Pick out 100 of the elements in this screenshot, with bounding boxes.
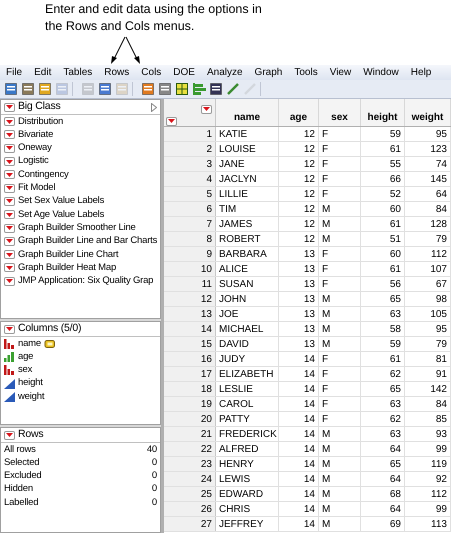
menu-item[interactable]: DOE bbox=[173, 68, 195, 78]
table-cell-text: 107 bbox=[430, 262, 447, 276]
table-cell-text: M bbox=[322, 518, 330, 532]
row-state-label: Excluded bbox=[4, 469, 42, 484]
layout-icon[interactable] bbox=[175, 82, 189, 96]
menu-item[interactable]: Tables bbox=[63, 68, 92, 78]
continuous-triangle-icon bbox=[4, 392, 15, 402]
table-cell-text: KATIE bbox=[219, 128, 248, 142]
table-cell-text: 14 bbox=[304, 428, 315, 442]
column-name[interactable]: sex bbox=[18, 363, 32, 378]
dropdown-icon[interactable] bbox=[4, 184, 15, 193]
table-script-item[interactable]: Distribution bbox=[18, 114, 64, 129]
menu-item[interactable]: Window bbox=[363, 68, 399, 78]
menu-item[interactable]: File bbox=[6, 68, 22, 78]
table-script-item[interactable]: Bivariate bbox=[18, 128, 54, 142]
table-cell-text: 113 bbox=[431, 518, 447, 532]
table-cell-text: 81 bbox=[436, 352, 447, 366]
menu-item[interactable]: Analyze bbox=[206, 68, 243, 78]
table-script-item[interactable]: Set Sex Value Labels bbox=[18, 194, 104, 209]
table-script-item[interactable]: Graph Builder Smoother Line bbox=[18, 220, 136, 236]
table-cell-text: M bbox=[322, 322, 330, 336]
dropdown-icon[interactable] bbox=[166, 116, 177, 126]
table-script-item[interactable]: Logistic bbox=[18, 154, 49, 169]
table-cell-text: 13 bbox=[304, 248, 315, 262]
table-cell-text: TIM bbox=[219, 202, 236, 216]
row-number[interactable]: 1 bbox=[206, 126, 212, 142]
menu-item[interactable]: Graph bbox=[254, 68, 282, 78]
table-cell-text: F bbox=[322, 398, 328, 412]
row-number[interactable]: 4 bbox=[206, 172, 212, 186]
row-number[interactable]: 8 bbox=[206, 232, 212, 246]
row-number[interactable]: 3 bbox=[206, 156, 212, 172]
table-cell-text: 14 bbox=[304, 458, 315, 472]
menu-item[interactable]: Rows bbox=[104, 68, 130, 78]
table-cell-text: 56 bbox=[390, 278, 401, 292]
dropdown-icon[interactable] bbox=[201, 104, 212, 114]
expand-arrow-icon[interactable] bbox=[151, 102, 157, 112]
table-cell-text: 123 bbox=[430, 142, 447, 156]
row-number[interactable]: 9 bbox=[206, 246, 212, 262]
continuous-triangle-icon bbox=[4, 378, 15, 389]
dropdown-icon[interactable] bbox=[4, 236, 15, 246]
table-cell-text: 62 bbox=[390, 368, 401, 382]
table-script-item[interactable]: Graph Builder Line and Bar Charts bbox=[18, 234, 158, 248]
table-cell-text: 14 bbox=[304, 398, 315, 412]
row-state-count: 0 bbox=[152, 469, 157, 484]
dropdown-icon[interactable] bbox=[4, 157, 15, 166]
table-cell-text: 69 bbox=[390, 518, 401, 532]
dropdown-icon[interactable] bbox=[4, 263, 15, 272]
table-script-item[interactable]: Oneway bbox=[18, 141, 52, 156]
column-name[interactable]: height bbox=[18, 376, 43, 391]
table-cell-text: 112 bbox=[431, 488, 447, 502]
dropdown-icon[interactable] bbox=[4, 170, 15, 180]
dropdown-icon[interactable] bbox=[4, 102, 15, 112]
table-cell-text: M bbox=[322, 218, 330, 232]
dropdown-icon[interactable] bbox=[4, 224, 15, 233]
row-number[interactable]: 2 bbox=[206, 142, 212, 156]
dropdown-icon[interactable] bbox=[4, 144, 15, 153]
row-number[interactable]: 7 bbox=[206, 216, 212, 232]
dropdown-icon[interactable] bbox=[4, 324, 15, 334]
table-script-item[interactable]: Graph Builder Line Chart bbox=[18, 248, 118, 262]
column-name[interactable]: age bbox=[18, 350, 34, 364]
table-cell-text: 60 bbox=[390, 202, 401, 216]
menu-item[interactable]: Cols bbox=[141, 68, 162, 78]
row-number[interactable]: 5 bbox=[206, 186, 212, 202]
table-cell-text: 12 bbox=[304, 218, 315, 232]
menu-item[interactable]: View bbox=[330, 68, 352, 78]
row-number[interactable]: 6 bbox=[206, 202, 212, 216]
dropdown-icon[interactable] bbox=[4, 196, 15, 206]
table-cell-text: FREDERICK bbox=[219, 428, 277, 442]
table-cell-text: M bbox=[322, 502, 330, 516]
table-cell-text: LOUISE bbox=[219, 142, 256, 156]
table-cell-text: 74 bbox=[436, 158, 447, 172]
table-cell-text: 14 bbox=[304, 368, 315, 382]
dropdown-icon[interactable] bbox=[4, 130, 15, 140]
column-name[interactable]: name bbox=[18, 336, 41, 351]
table-cell-text: 85 bbox=[436, 412, 447, 426]
table-cell-text: JANE bbox=[219, 158, 245, 172]
table-cell-text: 99 bbox=[436, 502, 447, 516]
dropdown-icon[interactable] bbox=[4, 210, 15, 220]
menu-item[interactable]: Help bbox=[410, 68, 432, 78]
table-cell-text: JAMES bbox=[219, 218, 252, 232]
menu-item[interactable]: Edit bbox=[34, 68, 52, 78]
dropdown-icon[interactable] bbox=[4, 250, 15, 260]
table-script-item[interactable]: Fit Model bbox=[18, 181, 56, 196]
row-state-count: 0 bbox=[152, 496, 157, 510]
table-script-item[interactable]: JMP Application: Six Quality Grap bbox=[18, 274, 154, 288]
panel-title: Columns (5/0) bbox=[18, 321, 82, 336]
table-cell-text: 14 bbox=[304, 382, 315, 396]
table-script-item[interactable]: Set Age Value Labels bbox=[18, 208, 104, 222]
table-cell-text: 64 bbox=[390, 472, 401, 486]
menu-item[interactable]: Tools bbox=[294, 68, 318, 78]
column-name[interactable]: weight bbox=[18, 390, 44, 404]
table-script-item[interactable]: Graph Builder Heat Map bbox=[18, 260, 116, 276]
table-cell-text: 65 bbox=[390, 292, 401, 306]
table-cell-text: JACLYN bbox=[219, 172, 257, 186]
table-script-item[interactable]: Contingency bbox=[18, 168, 69, 182]
table-cell-text: F bbox=[322, 248, 328, 262]
dropdown-icon[interactable] bbox=[4, 117, 15, 126]
dropdown-icon[interactable] bbox=[4, 430, 15, 440]
table-cell-text: F bbox=[322, 352, 328, 366]
dropdown-icon[interactable] bbox=[4, 276, 15, 286]
